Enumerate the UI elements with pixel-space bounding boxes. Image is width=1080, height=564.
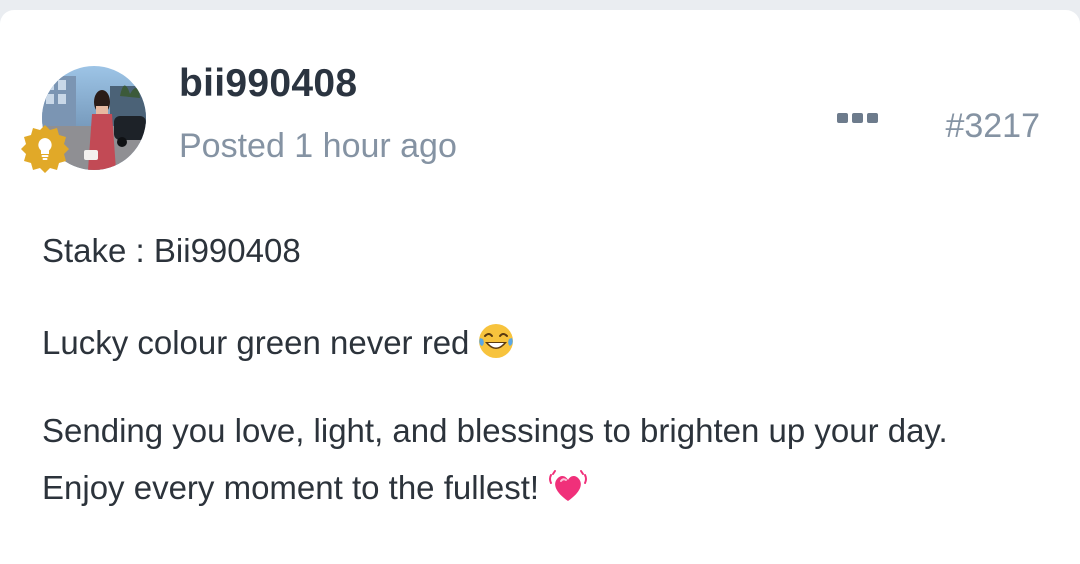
post-number-link[interactable]: #3217 xyxy=(945,107,1040,146)
post-body-line: Stake : Bii990408 xyxy=(42,232,301,269)
more-options-button[interactable] xyxy=(830,98,886,138)
post-body-line: Enjoy every moment to the fullest! xyxy=(42,467,589,513)
more-options-icon xyxy=(837,113,878,123)
laughing-tears-emoji-icon xyxy=(477,322,515,368)
posted-time: Posted 1 hour ago xyxy=(179,127,457,165)
post-body-line: Sending you love, light, and blessings t… xyxy=(42,412,948,449)
beating-heart-emoji-icon xyxy=(547,467,589,513)
post-body-text: Enjoy every moment to the fullest! xyxy=(42,469,540,506)
post-body-line: Lucky colour green never red xyxy=(42,322,515,368)
lightbulb-badge-icon xyxy=(20,123,70,173)
username[interactable]: bii990408 xyxy=(179,62,357,106)
post-card: bii990408 Posted 1 hour ago #3217 Stake … xyxy=(0,10,1080,564)
post-body-text: Lucky colour green never red xyxy=(42,324,470,361)
